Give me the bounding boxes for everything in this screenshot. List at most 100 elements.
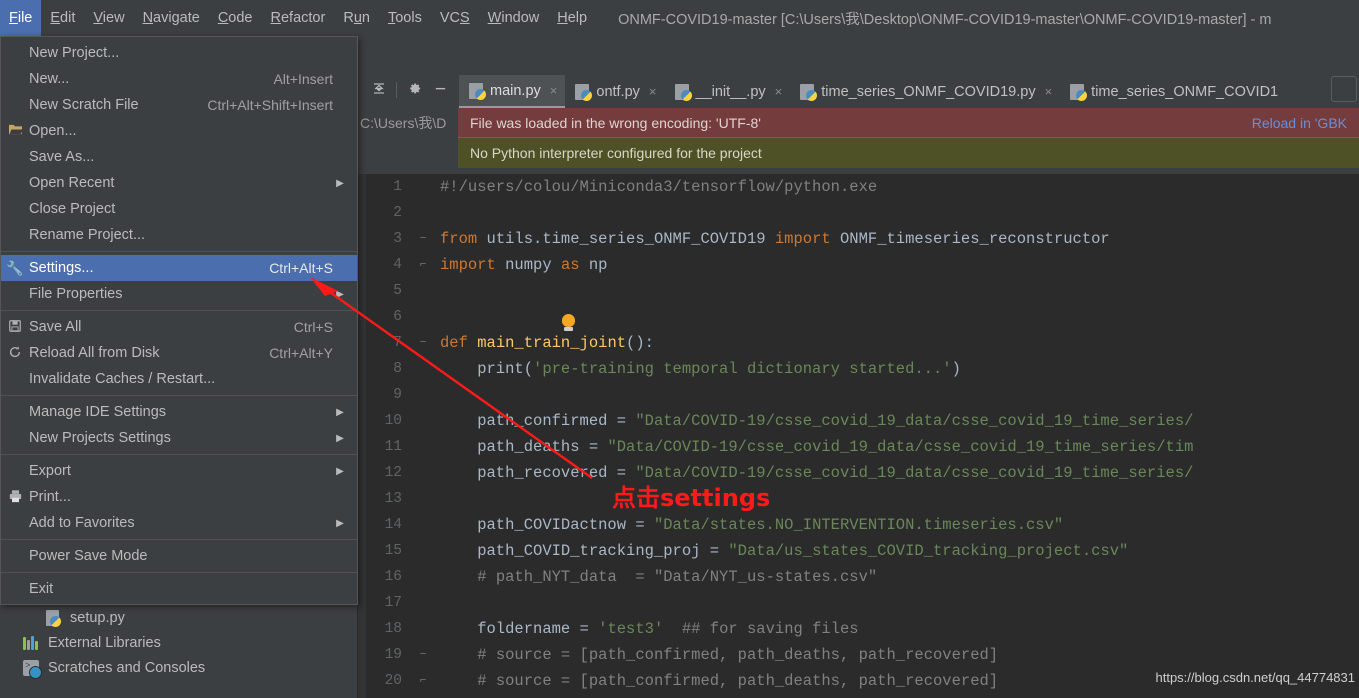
menu-navigate[interactable]: Navigate (134, 0, 209, 36)
menu-file[interactable]: File (0, 0, 42, 36)
file-menu-item-label: New... (29, 71, 70, 87)
menu-window[interactable]: Window (479, 0, 549, 36)
code-line[interactable]: 14 path_COVIDactnow = "Data/states.NO_IN… (358, 512, 1359, 538)
code-editor[interactable]: 1 #!/users/colou/Miniconda3/tensorflow/py… (358, 174, 1359, 698)
editor-tab-init-py[interactable]: __init__.py × (665, 75, 791, 108)
file-menu-item-open-recent[interactable]: Open Recent ▶ (1, 170, 357, 196)
file-menu-item-shortcut: Ctrl+Alt+S (269, 260, 333, 276)
window-title: ONMF-COVID19-master [C:\Users\我\Desktop\… (618, 11, 1272, 28)
code-line[interactable]: 17 (358, 590, 1359, 616)
file-menu-item-add-to-favorites[interactable]: Add to Favorites ▶ (1, 510, 357, 536)
editor-tab-time-series-onmf-covid1[interactable]: time_series_ONMF_COVID1 (1060, 75, 1286, 108)
file-menu-item-save-all[interactable]: Save All Ctrl+S (1, 314, 357, 340)
line-number: 10 (384, 413, 402, 429)
menu-vcs[interactable]: VCS (431, 0, 479, 36)
file-menu-item-label: Save All (29, 319, 82, 335)
fold-toggle-icon[interactable]: ⌐ (412, 675, 434, 687)
tab-list-button[interactable] (1331, 76, 1357, 102)
tree-item-external-libraries[interactable]: External Libraries (0, 630, 358, 655)
code-line[interactable]: 1 #!/users/colou/Miniconda3/tensorflow/py… (358, 174, 1359, 200)
file-menu-item-manage-ide-settings[interactable]: Manage IDE Settings ▶ (1, 399, 357, 425)
file-menu-item-rename-project[interactable]: Rename Project... (1, 222, 357, 248)
menu-code[interactable]: Code (209, 0, 262, 36)
file-menu-item-save-as[interactable]: Save As... (1, 144, 357, 170)
code-line[interactable]: 3− from utils.time_series_ONMF_COVID19 im… (358, 226, 1359, 252)
file-menu-item-new-projects-settings[interactable]: New Projects Settings ▶ (1, 425, 357, 451)
file-menu-item-power-save-mode[interactable]: Power Save Mode (1, 543, 357, 569)
fold-toggle-icon[interactable]: − (412, 649, 434, 661)
collapse-all-icon[interactable] (366, 81, 392, 99)
file-menu-item-settings[interactable]: 🔧 Settings... Ctrl+Alt+S (1, 255, 357, 281)
print-icon (1, 489, 29, 506)
file-menu-item-label: New Projects Settings (29, 430, 171, 446)
file-menu-item-new[interactable]: New... Alt+Insert (1, 66, 357, 92)
file-menu-popup[interactable]: New Project... New... Alt+Insert New Scratc… (0, 36, 358, 605)
code-line[interactable]: 5 (358, 278, 1359, 304)
code-line[interactable]: 13 (358, 486, 1359, 512)
file-menu-item-label: Open Recent (29, 175, 115, 191)
gear-icon[interactable] (401, 81, 427, 100)
fold-toggle-icon[interactable]: − (412, 337, 434, 349)
editor-tab-time-series-onmf-covid19-py[interactable]: time_series_ONMF_COVID19.py × (790, 75, 1060, 108)
file-menu-item-close-project[interactable]: Close Project (1, 196, 357, 222)
file-menu-item-new-scratch-file[interactable]: New Scratch File Ctrl+Alt+Shift+Insert (1, 92, 357, 118)
minimize-icon[interactable] (427, 81, 453, 100)
close-icon[interactable]: × (775, 84, 783, 99)
line-number: 8 (393, 361, 402, 377)
file-menu-item-label: Settings... (29, 260, 94, 276)
file-menu-item-export[interactable]: Export ▶ (1, 458, 357, 484)
file-menu-item-shortcut: Ctrl+Alt+Shift+Insert (207, 97, 333, 113)
code-line[interactable]: 7− def main_train_joint(): (358, 330, 1359, 356)
tree-item-label: setup.py (70, 609, 125, 626)
code-line[interactable]: 16 # path_NYT_data = "Data/NYT_us-states… (358, 564, 1359, 590)
fold-toggle-icon[interactable]: − (412, 233, 434, 245)
close-icon[interactable]: × (649, 84, 657, 99)
code-line[interactable]: 19− # source = [path_confirmed, path_dea… (358, 642, 1359, 668)
editor-tab-main-py[interactable]: main.py × (459, 75, 566, 108)
menu-refactor[interactable]: Refactor (262, 0, 335, 36)
editor-tab-label: __init__.py (695, 83, 766, 100)
code-line[interactable]: 15 path_COVID_tracking_proj = "Data/us_s… (358, 538, 1359, 564)
editor-tab-ontf-py[interactable]: ontf.py × (565, 75, 664, 108)
libraries-icon (22, 634, 42, 652)
tree-item-setup-py[interactable]: setup.py (0, 605, 358, 630)
code-line[interactable]: 10 path_confirmed = "Data/COVID-19/csse_… (358, 408, 1359, 434)
menu-tools[interactable]: Tools (379, 0, 431, 36)
line-number: 15 (384, 543, 402, 559)
file-menu-item-label: Export (29, 463, 71, 479)
code-line[interactable]: 2 (358, 200, 1359, 226)
menu-view[interactable]: View (84, 0, 133, 36)
file-menu-item-reload-all-from-disk[interactable]: Reload All from Disk Ctrl+Alt+Y (1, 340, 357, 366)
editor-tab-label: ontf.py (596, 83, 640, 100)
code-lines[interactable]: 1 #!/users/colou/Miniconda3/tensorflow/py… (358, 174, 1359, 694)
close-icon[interactable]: × (1045, 84, 1053, 99)
file-menu-item-invalidate-caches-restart[interactable]: Invalidate Caches / Restart... (1, 366, 357, 392)
file-menu-item-file-properties[interactable]: File Properties ▶ (1, 281, 357, 307)
editor-area: main.py × ontf.py × __init__.py × time_series_… (358, 36, 1359, 698)
file-menu-item-open[interactable]: Open... (1, 118, 357, 144)
file-menu-item-exit[interactable]: Exit (1, 576, 357, 602)
tree-item-scratches-and-consoles[interactable]: >_ Scratches and Consoles (0, 655, 358, 680)
code-line[interactable]: 12 path_recovered = "Data/COVID-19/csse_… (358, 460, 1359, 486)
python-file-icon (674, 83, 692, 101)
menu-help[interactable]: Help (548, 0, 596, 36)
watermark-url: https://blog.csdn.net/qq_44774831 (1155, 670, 1356, 685)
intention-bulb-icon[interactable] (560, 314, 576, 332)
code-line[interactable]: 18 foldername = 'test3' ## for saving fi… (358, 616, 1359, 642)
file-menu-item-print[interactable]: Print... (1, 484, 357, 510)
line-number: 5 (393, 283, 402, 299)
code-line[interactable]: 9 (358, 382, 1359, 408)
code-line[interactable]: 8 print('pre-training temporal dictionar… (358, 356, 1359, 382)
close-icon[interactable]: × (550, 83, 558, 98)
file-menu-item-shortcut: Alt+Insert (273, 71, 333, 87)
file-menu-item-new-project[interactable]: New Project... (1, 40, 357, 66)
fold-toggle-icon[interactable]: ⌐ (412, 259, 434, 271)
menu-edit[interactable]: Edit (41, 0, 84, 36)
folder-icon (1, 123, 29, 139)
code-line[interactable]: 11 path_deaths = "Data/COVID-19/csse_cov… (358, 434, 1359, 460)
line-number: 3 (393, 231, 402, 247)
code-line[interactable]: 6 (358, 304, 1359, 330)
code-line[interactable]: 4 ⌐ import numpy as np (358, 252, 1359, 278)
reload-in-gbk-link[interactable]: Reload in 'GBK (1252, 115, 1347, 131)
menu-run[interactable]: Run (334, 0, 379, 36)
